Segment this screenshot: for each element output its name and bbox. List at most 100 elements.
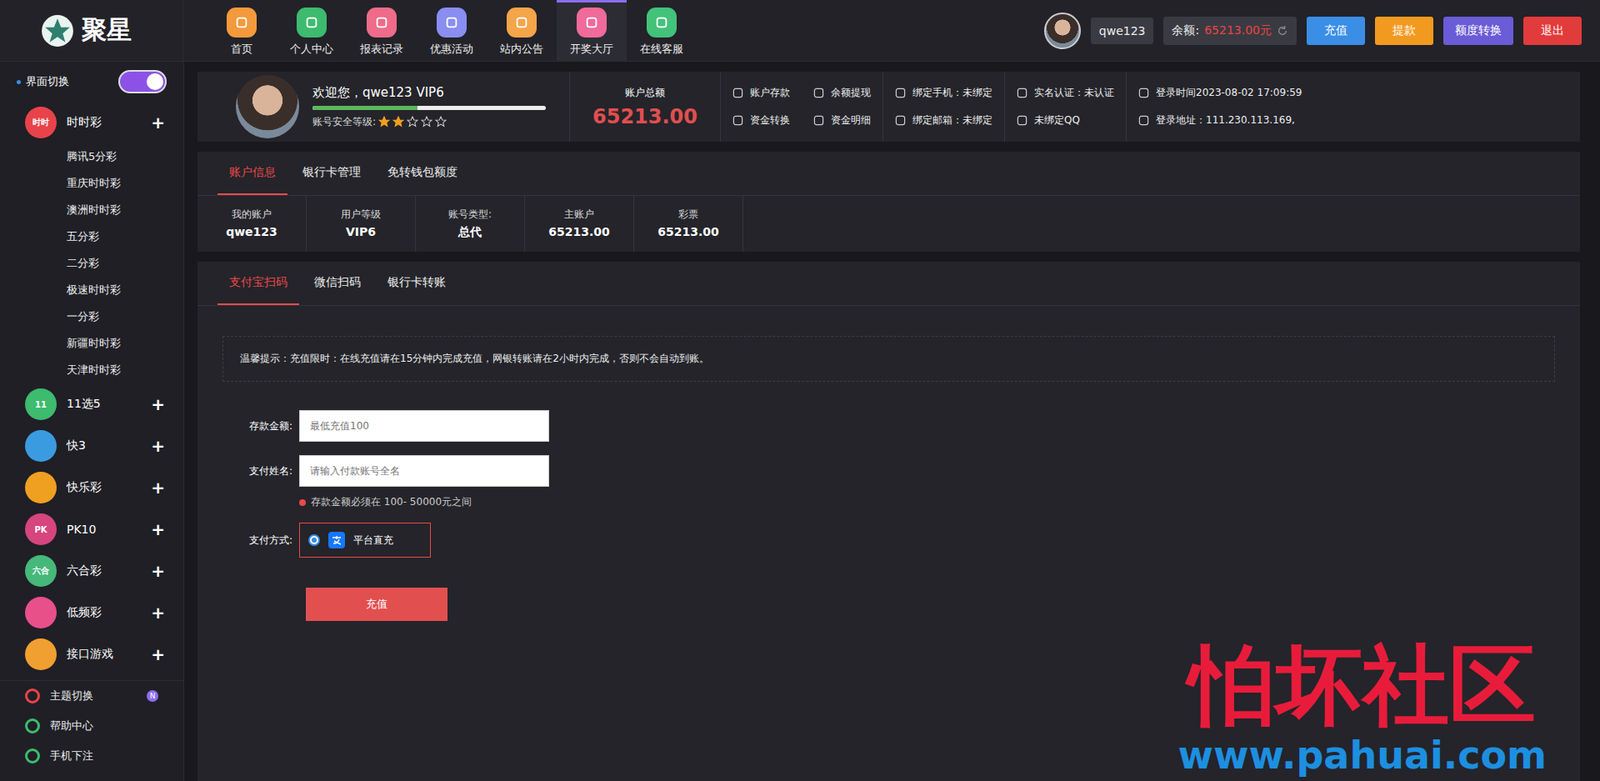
sidebar-item[interactable]: 腾讯5分彩: [0, 143, 184, 170]
profile-link[interactable]: 账户存款: [732, 85, 790, 100]
sidebar-category[interactable]: PK PK10 +: [0, 508, 184, 550]
sidebar-item[interactable]: 澳洲时时彩: [0, 196, 184, 224]
tab[interactable]: 支付宝扫码: [217, 261, 300, 305]
lottery-icon: [25, 596, 57, 629]
sidebar-footer-item[interactable]: 手机下注: [0, 740, 184, 771]
star-icon: [392, 115, 405, 128]
link-icon: [813, 87, 825, 99]
sidebar-category[interactable]: 11 11选5 +: [0, 383, 184, 425]
avatar-icon[interactable]: [1044, 12, 1081, 50]
nav-icon: [296, 7, 327, 38]
sidebar-footer: 主题切换 N 帮助中心 手机下注: [0, 680, 184, 771]
star-icon: [406, 115, 419, 128]
sidebar-item[interactable]: 五分彩: [0, 223, 184, 250]
sidebar-item[interactable]: 天津时时彩: [0, 356, 184, 384]
lottery-icon: 时时: [25, 106, 57, 139]
new-badge: N: [146, 690, 159, 702]
submit-button[interactable]: 充值: [305, 587, 448, 621]
vip-progress: [312, 105, 546, 110]
profile-link[interactable]: 登录时间2023-08-02 17:09:59: [1138, 85, 1302, 100]
profile-link[interactable]: 绑定邮箱：未绑定: [895, 113, 993, 128]
sidebar-category[interactable]: 低频彩 +: [0, 591, 184, 634]
profile-links: 登录时间2023-08-02 17:09:59 登录地址：111.230.113…: [1125, 71, 1314, 142]
account-total: 账户总额 65213.00: [570, 71, 721, 142]
link-icon: [732, 87, 744, 99]
expand-icon[interactable]: +: [150, 394, 165, 415]
expand-icon[interactable]: +: [150, 560, 165, 581]
tab[interactable]: 银行卡管理: [290, 151, 373, 195]
tab[interactable]: 银行卡转账: [375, 261, 458, 305]
amount-hint: 存款金额必须在 100- 50000元之间: [299, 495, 1580, 510]
profile-link[interactable]: 登录地址：111.230.113.169,: [1138, 113, 1302, 128]
info-cell: 我的账户 qwe123: [197, 195, 307, 252]
sidebar-category[interactable]: 快3 +: [0, 425, 184, 467]
header-button[interactable]: 提款: [1375, 16, 1434, 45]
sidebar-item[interactable]: 极速时时彩: [0, 276, 184, 304]
sidebar-category[interactable]: 六合 六合彩 +: [0, 550, 184, 592]
tab[interactable]: 微信扫码: [302, 261, 373, 305]
refresh-icon[interactable]: [1276, 25, 1289, 37]
main-nav: 首页 个人中心 报表记录 优惠活动 站内公告 开奖大厅 在线客服: [206, 0, 697, 61]
sidebar: 界面切换 时时 时时彩 + 腾讯5分彩重庆时时彩澳洲时时彩五分彩二分彩极速时时彩…: [0, 61, 185, 781]
header-button[interactable]: 退出: [1523, 16, 1582, 45]
deposit-card: 支付宝扫码微信扫码银行卡转账 温馨提示：充值限时：在线充值请在15分钟内完成充值…: [197, 261, 1580, 781]
amount-input[interactable]: [299, 410, 550, 442]
logo[interactable]: 聚星: [0, 0, 184, 61]
sidebar-category[interactable]: 时时 时时彩 +: [0, 101, 184, 144]
expand-icon[interactable]: +: [150, 519, 165, 540]
profile-links: 账户存款 资金转换: [720, 71, 802, 142]
sidebar-category[interactable]: 快乐彩 +: [0, 466, 184, 509]
nav-icon: [226, 7, 257, 38]
sidebar-category[interactable]: 接口游戏 +: [0, 633, 184, 675]
lottery-icon: PK: [25, 513, 57, 545]
sidebar-item[interactable]: 一分彩: [0, 303, 184, 330]
expand-icon[interactable]: +: [150, 435, 165, 456]
nav-item[interactable]: 站内公告: [486, 0, 557, 61]
tab[interactable]: 免转钱包额度: [375, 151, 470, 195]
header-button[interactable]: 充值: [1306, 16, 1365, 45]
nav-icon: [436, 7, 467, 38]
link-icon: [813, 115, 825, 126]
nav-item[interactable]: 开奖大厅: [556, 0, 627, 61]
sidebar-footer-item[interactable]: 主题切换 N: [0, 680, 184, 711]
sidebar-item[interactable]: 二分彩: [0, 250, 184, 277]
link-icon: [1138, 115, 1150, 126]
expand-icon[interactable]: +: [150, 602, 165, 623]
profile-link[interactable]: 余额提现: [813, 85, 871, 100]
header-button[interactable]: 额度转换: [1443, 16, 1514, 45]
nav-item[interactable]: 报表记录: [346, 0, 417, 61]
link-icon: [1138, 87, 1150, 99]
profile-link[interactable]: 资金明细: [813, 113, 871, 128]
nav-item[interactable]: 个人中心: [276, 0, 347, 61]
watermark: 怕坏社区 www.pahuai.com: [1177, 637, 1547, 778]
profile-link[interactable]: 资金转换: [732, 113, 790, 128]
payment-method[interactable]: 平台直充: [299, 522, 431, 558]
star-icon: [420, 115, 433, 128]
sidebar-footer-item[interactable]: 帮助中心: [0, 710, 184, 741]
deposit-tabs: 支付宝扫码微信扫码银行卡转账: [197, 261, 1580, 306]
lottery-icon: [25, 430, 57, 462]
footer-icon: [25, 748, 40, 764]
nav-icon: [576, 7, 607, 38]
expand-icon[interactable]: +: [150, 477, 165, 498]
info-cell: 账号类型: 总代: [415, 195, 525, 252]
star-icon: [378, 115, 390, 128]
nav-item[interactable]: 优惠活动: [416, 0, 487, 61]
radio[interactable]: [308, 534, 320, 546]
link-icon: [1016, 115, 1028, 126]
name-input[interactable]: [299, 455, 550, 487]
tab[interactable]: 账户信息: [217, 151, 288, 195]
nav-item[interactable]: 首页: [206, 0, 277, 61]
profile-link[interactable]: 实名认证：未认证: [1016, 85, 1115, 100]
nav-item[interactable]: 在线客服: [626, 0, 697, 61]
expand-icon[interactable]: +: [150, 644, 165, 665]
sidebar-item[interactable]: 新疆时时彩: [0, 330, 184, 357]
top-bar: 聚星 首页 个人中心 报表记录 优惠活动 站内公告 开奖大厅 在线客服 qwe1…: [0, 0, 1600, 62]
theme-switch[interactable]: [118, 70, 167, 94]
profile-link[interactable]: 未绑定QQ: [1016, 113, 1115, 128]
nav-icon: [646, 7, 677, 38]
profile-link[interactable]: 绑定手机：未绑定: [895, 85, 993, 100]
expand-icon[interactable]: +: [150, 112, 165, 133]
link-icon: [1016, 87, 1028, 99]
sidebar-item[interactable]: 重庆时时彩: [0, 170, 184, 197]
